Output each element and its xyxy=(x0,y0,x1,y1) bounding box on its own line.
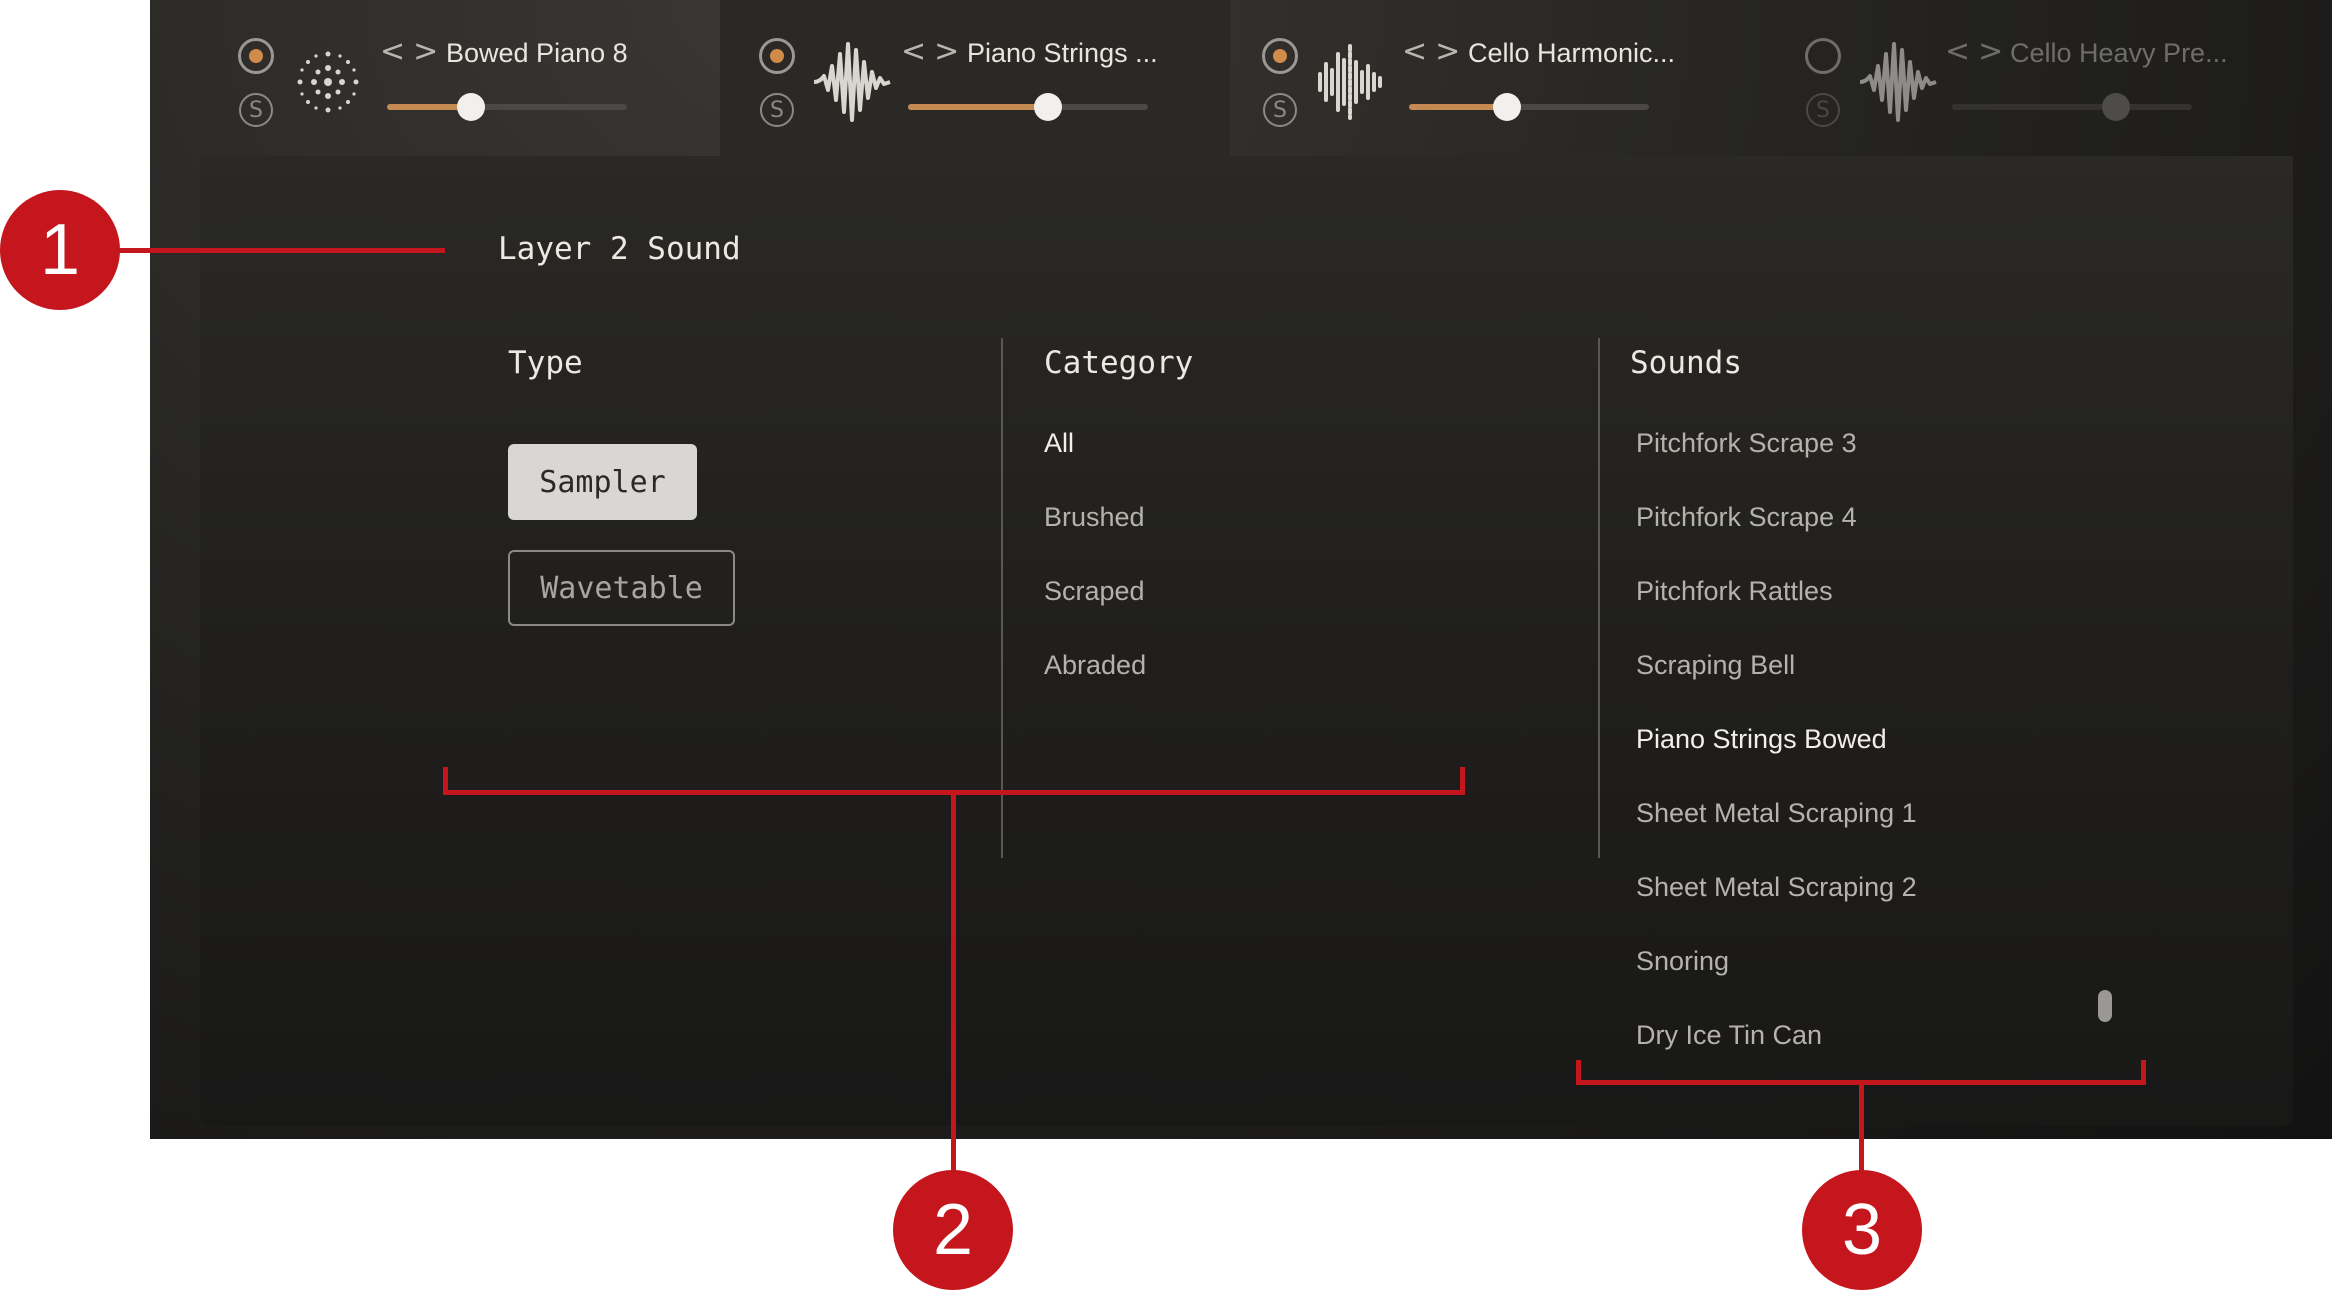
solo-button[interactable]: S xyxy=(1263,93,1297,127)
category-item[interactable]: Scraped xyxy=(1044,576,1145,607)
layer-enable-button[interactable] xyxy=(759,38,795,74)
prev-next-arrows[interactable]: <> xyxy=(1945,34,2011,69)
sound-item[interactable]: Pitchfork Scrape 3 xyxy=(1636,428,1857,459)
layer-name[interactable]: Cello Heavy Pre... xyxy=(2010,38,2228,69)
layer-tab-4[interactable]: S <> Cello Heavy Pre... xyxy=(1750,0,2310,156)
layer-enable-button[interactable] xyxy=(1262,38,1298,74)
type-wavetable-button[interactable]: Wavetable xyxy=(508,550,735,626)
callout-3-bracket-left xyxy=(1576,1060,1581,1085)
callout-2: 2 xyxy=(893,1170,1013,1290)
volume-slider-knob[interactable] xyxy=(1034,93,1062,121)
volume-slider-knob[interactable] xyxy=(2102,93,2130,121)
callout-3-bracket-right xyxy=(2141,1060,2146,1085)
callout-2-bracket-right xyxy=(1460,767,1465,795)
sound-item[interactable]: Dry Ice Tin Can xyxy=(1636,1020,1822,1051)
enabled-dot-icon xyxy=(770,49,784,63)
enabled-dot-icon xyxy=(1273,49,1287,63)
column-divider xyxy=(1001,338,1003,858)
callout-2-bracket-left xyxy=(443,767,448,795)
particles-icon xyxy=(297,51,359,113)
panel-title: Layer 2 Sound xyxy=(498,231,741,267)
category-item[interactable]: All xyxy=(1044,428,1074,459)
callout-1: 1 xyxy=(0,190,120,310)
layer-name[interactable]: Cello Harmonic... xyxy=(1468,38,1675,69)
volume-slider-knob[interactable] xyxy=(1493,93,1521,121)
prev-next-arrows[interactable]: <> xyxy=(1402,34,1468,69)
type-sampler-button[interactable]: Sampler xyxy=(508,444,697,520)
volume-slider-fill xyxy=(908,104,1048,110)
sound-item[interactable]: Snoring xyxy=(1636,946,1729,977)
sound-browser-panel: Layer 2 Sound Type Sampler Wavetable Cat… xyxy=(200,156,2293,1126)
waveform-dense-icon xyxy=(1318,44,1382,120)
layer-name[interactable]: Piano Strings ... xyxy=(967,38,1158,69)
solo-button[interactable]: S xyxy=(1806,93,1840,127)
sound-item[interactable]: Sheet Metal Scraping 1 xyxy=(1636,798,1917,829)
volume-slider[interactable] xyxy=(387,93,627,121)
callout-2-line xyxy=(951,790,956,1190)
callout-1-line xyxy=(115,248,445,253)
sounds-heading: Sounds xyxy=(1630,345,1742,381)
volume-slider[interactable] xyxy=(1952,93,2192,121)
column-divider xyxy=(1598,338,1600,858)
layer-enable-button[interactable] xyxy=(1805,38,1841,74)
sound-item[interactable]: Piano Strings Bowed xyxy=(1636,724,1887,755)
layer-tab-1[interactable]: S <> Bowed Piano 8 xyxy=(150,0,720,156)
layer-tab-3[interactable]: S <> Cello Harmonic... xyxy=(1230,0,1750,156)
prev-next-arrows[interactable]: <> xyxy=(901,34,967,69)
sound-item[interactable]: Pitchfork Rattles xyxy=(1636,576,1833,607)
layer-enable-button[interactable] xyxy=(238,38,274,74)
category-heading: Category xyxy=(1044,345,1194,381)
sound-item[interactable]: Scraping Bell xyxy=(1636,650,1795,681)
volume-slider[interactable] xyxy=(1409,93,1649,121)
sound-item[interactable]: Sheet Metal Scraping 2 xyxy=(1636,872,1917,903)
solo-button[interactable]: S xyxy=(239,93,273,127)
layer-tab-2[interactable]: S <> Piano Strings ... xyxy=(720,0,1230,156)
prev-next-arrows[interactable]: <> xyxy=(380,34,446,69)
category-item[interactable]: Brushed xyxy=(1044,502,1145,533)
volume-slider[interactable] xyxy=(908,93,1148,121)
solo-button[interactable]: S xyxy=(760,93,794,127)
layer-name[interactable]: Bowed Piano 8 xyxy=(446,38,628,69)
app-window: S <> Bowed Piano 8 S <> Piano Strings ..… xyxy=(150,0,2332,1139)
waveform-icon xyxy=(1859,42,1937,122)
category-item[interactable]: Abraded xyxy=(1044,650,1146,681)
sounds-scrollbar[interactable] xyxy=(2098,990,2112,1022)
volume-slider-knob[interactable] xyxy=(457,93,485,121)
type-heading: Type xyxy=(508,345,583,381)
enabled-dot-icon xyxy=(249,49,263,63)
callout-3: 3 xyxy=(1802,1170,1922,1290)
waveform-icon xyxy=(813,42,891,122)
sound-item[interactable]: Pitchfork Scrape 4 xyxy=(1636,502,1857,533)
